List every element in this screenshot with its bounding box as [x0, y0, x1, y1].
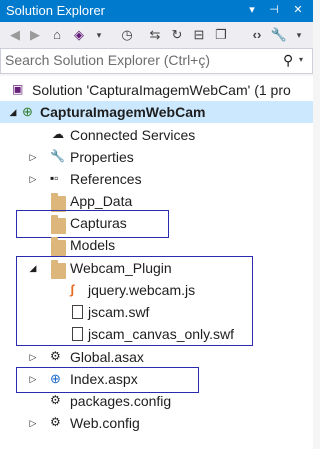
tree-item-models[interactable]: Models: [0, 234, 313, 256]
history-icon[interactable]: ◷: [118, 26, 136, 44]
close-icon[interactable]: ✕: [290, 2, 306, 18]
back-icon[interactable]: ◀: [6, 26, 24, 44]
item-label: App_Data: [70, 193, 133, 209]
dropdown-icon[interactable]: ▾: [290, 26, 308, 44]
search-input[interactable]: [5, 51, 275, 69]
project-label: CapturaImagemWebCam: [40, 104, 206, 120]
search-options-icon[interactable]: ▾: [299, 55, 303, 64]
file-icon: [72, 327, 83, 341]
item-label: jquery.webcam.js: [88, 282, 196, 298]
tree-item-jquery-webcam-js[interactable]: ʃ jquery.webcam.js: [0, 279, 313, 301]
tree-item-jscam-swf[interactable]: jscam.swf: [0, 301, 313, 323]
tree-item-app-data[interactable]: App_Data: [0, 190, 313, 212]
tree-item-index-aspx[interactable]: ▷ ⊕ Index.aspx: [0, 368, 313, 390]
tree-item-web-config[interactable]: ▷ ⚙ Web.config: [0, 412, 313, 434]
tree-item-packages-config[interactable]: ⚙ packages.config: [0, 390, 313, 412]
pin-icon[interactable]: ⊣: [266, 2, 282, 18]
window-title: Solution Explorer: [6, 3, 105, 18]
item-label: Connected Services: [70, 127, 196, 143]
solution-label: Solution 'CapturaImagemWebCam' (1 pro: [32, 82, 291, 98]
item-label: Global.asax: [70, 349, 144, 365]
wrench-icon: 🔧: [50, 149, 65, 163]
solution-tree: ▣ Solution 'CapturaImagemWebCam' (1 pro …: [0, 76, 313, 449]
refresh-icon[interactable]: ↻: [168, 26, 186, 44]
references-icon: ▪▫: [50, 171, 59, 185]
solution-node[interactable]: ▣ Solution 'CapturaImagemWebCam' (1 pro: [0, 79, 313, 101]
tree-item-connected-services[interactable]: ☁ Connected Services: [0, 124, 313, 146]
tree-item-properties[interactable]: ▷ 🔧 Properties: [0, 146, 313, 168]
solution-icon: ▣: [12, 82, 24, 96]
collapse-icon[interactable]: ⊟: [190, 26, 208, 44]
item-label: jscam.swf: [88, 304, 150, 320]
project-node[interactable]: ◢ ⊕ CapturaImagemWebCam: [0, 101, 313, 123]
collapse-arrow-icon[interactable]: ◢: [8, 106, 18, 118]
expand-arrow-icon[interactable]: ▷: [28, 351, 38, 363]
item-label: Web.config: [70, 415, 140, 431]
asax-icon: ⚙: [50, 349, 61, 363]
home-icon[interactable]: ⌂: [48, 26, 66, 44]
item-label: Models: [70, 237, 116, 253]
expand-arrow-icon[interactable]: ▷: [28, 173, 38, 185]
search-icon[interactable]: ⚲: [283, 52, 293, 69]
tree-item-global-asax[interactable]: ▷ ⚙ Global.asax: [0, 346, 313, 368]
collapse-arrow-icon[interactable]: ◢: [28, 262, 38, 274]
folder-icon: [51, 260, 66, 279]
title-bar: Solution Explorer ▾ ⊣ ✕: [0, 0, 313, 22]
config-icon: ⚙: [50, 415, 61, 429]
file-icon: [72, 305, 83, 319]
search-box[interactable]: ⚲ ▾: [0, 48, 313, 74]
web-project-icon: ⊕: [22, 104, 33, 119]
item-label: jscam_canvas_only.swf: [88, 326, 235, 342]
dropdown-icon[interactable]: ▾: [90, 26, 108, 44]
sync-icon[interactable]: ⇆: [146, 26, 164, 44]
config-icon: ⚙: [50, 393, 61, 407]
folder-icon: [51, 237, 66, 256]
expand-arrow-icon[interactable]: ▷: [28, 373, 38, 385]
tree-item-webcam-plugin[interactable]: ◢ Webcam_Plugin: [0, 257, 313, 279]
copy-icon[interactable]: ❐: [212, 26, 230, 44]
tree-item-capturas[interactable]: Capturas: [0, 212, 313, 234]
tree-item-references[interactable]: ▷ ▪▫ References: [0, 168, 313, 190]
js-file-icon: ʃ: [70, 282, 75, 297]
expand-arrow-icon[interactable]: ▷: [28, 151, 38, 163]
tree-item-jscam-canvas-only-swf[interactable]: jscam_canvas_only.swf: [0, 323, 313, 345]
item-label: Index.aspx: [70, 371, 138, 387]
code-icon[interactable]: ‹›: [248, 26, 266, 44]
folder-icon: [51, 215, 66, 234]
item-label: Webcam_Plugin: [70, 260, 172, 276]
item-label: Capturas: [70, 215, 127, 231]
wrench-icon[interactable]: 🔧: [270, 26, 288, 44]
toolbar: ◀ ▶ ⌂ ◈ ▾ ◷ ⇆ ↻ ⊟ ❐ ‹› 🔧 ▾: [0, 22, 313, 49]
item-label: Properties: [70, 149, 134, 165]
forward-icon[interactable]: ▶: [26, 26, 44, 44]
cloud-icon: ☁: [52, 127, 64, 141]
dropdown-icon[interactable]: ▾: [244, 2, 260, 18]
item-label: References: [70, 171, 142, 187]
expand-arrow-icon[interactable]: ▷: [28, 417, 38, 429]
web-page-icon: ⊕: [50, 371, 61, 386]
vs-icon[interactable]: ◈: [70, 26, 88, 44]
item-label: packages.config: [70, 393, 172, 409]
